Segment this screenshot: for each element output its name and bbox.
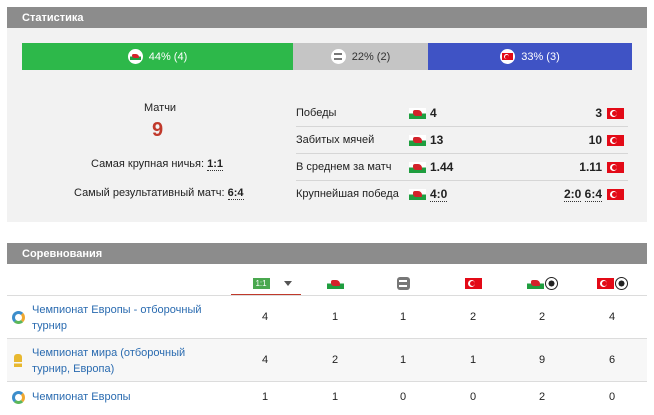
stat-right-value: 1.11 [579, 160, 602, 174]
stat-left-value: 4 [430, 106, 437, 120]
competition-link[interactable]: Чемпионат мира (отборочный турнир, Европ… [32, 345, 202, 377]
cell-wales-goals: 2 [538, 391, 546, 403]
turkey-flag-icon [607, 189, 624, 200]
sort-down-icon [283, 280, 292, 286]
stat-right-links: 2:0 6:4 [563, 187, 602, 202]
competition-link[interactable]: Чемпионат Европы [32, 389, 222, 405]
col-head-turkey-goals[interactable] [582, 271, 642, 295]
col-head-draws[interactable] [373, 271, 433, 295]
turkey-flag-icon [607, 135, 624, 146]
ball-icon [614, 276, 628, 290]
world-cup-icon [14, 354, 22, 367]
largest-draw-link[interactable]: 1:1 [207, 158, 224, 171]
col-head-wales-goals[interactable] [512, 271, 572, 295]
draws-label: 22% (2) [351, 50, 391, 63]
stat-name: Победы [296, 107, 337, 119]
turkey-wins-bar[interactable]: 33% (3) [428, 43, 632, 70]
cell-turkey-goals: 0 [608, 391, 616, 403]
wales-wins-bar[interactable]: 44% (4) [22, 43, 293, 70]
turkey-flag-icon [596, 277, 614, 289]
wales-flag-icon [409, 189, 426, 200]
stat-name: Крупнейшая победа [296, 188, 399, 200]
stat-left-value: 13 [430, 133, 444, 147]
wales-flag-icon [526, 277, 544, 289]
most-productive-link[interactable]: 6:4 [227, 187, 244, 200]
draw-equals-icon [330, 49, 346, 64]
col-head-turkey-wins[interactable] [443, 271, 503, 295]
most-productive-match: Самый результативный матч: 6:4 [74, 187, 244, 200]
score-icon: 1:1 [252, 277, 270, 289]
matches-label: Матчи [144, 102, 177, 114]
stat-right-value: 3 [595, 106, 602, 120]
stat-right-value: 10 [588, 133, 602, 147]
stat-row-goals: Забитых мячей 13 10 [296, 127, 628, 154]
stat-name: Забитых мячей [296, 134, 375, 146]
wales-flag-icon [409, 108, 426, 119]
table-row: Чемпионат Европы 1 1 0 0 2 0 [7, 381, 647, 411]
wales-flag-icon [326, 277, 344, 289]
most-productive-label: Самый результативный матч: [74, 187, 225, 199]
biggest-win-link-a[interactable]: 2:0 [563, 187, 582, 202]
stat-left-link[interactable]: 4:0 [430, 187, 448, 202]
wales-flag-icon [127, 49, 143, 64]
statistics-header: Статистика [7, 7, 647, 28]
table-row: Чемпионат мира (отборочный турнир, Европ… [7, 338, 647, 381]
matches-count: 9 [152, 119, 164, 141]
wales-wins-label: 44% (4) [148, 50, 188, 63]
cell-draws: 0 [399, 391, 407, 403]
cell-wales-wins: 1 [331, 311, 339, 323]
stat-row-wins: Победы 4 3 [296, 100, 628, 127]
turkey-flag-icon [607, 108, 624, 119]
stat-name: В среднем за матч [296, 161, 392, 173]
cell-draws: 1 [399, 354, 407, 366]
cell-draws: 1 [399, 311, 407, 323]
euro-icon [12, 311, 25, 324]
largest-draw-label: Самая крупная ничья: [91, 158, 205, 170]
col-head-wales-wins[interactable] [305, 271, 365, 295]
competitions-panel: Соревнования 1:1 Чемпионат Европы - отбо… [7, 243, 647, 411]
wales-flag-icon [409, 135, 426, 146]
turkey-flag-icon [464, 277, 482, 289]
largest-draw: Самая крупная ничья: 1:1 [91, 158, 224, 171]
cell-wales-wins: 1 [331, 391, 339, 403]
stat-row-average: В среднем за матч 1.44 1.11 [296, 154, 628, 181]
draw-equals-icon [396, 276, 410, 290]
cell-turkey-wins: 1 [469, 354, 477, 366]
competition-link[interactable]: Чемпионат Европы - отборочный турнир [32, 302, 222, 334]
statistics-panel: Статистика 44% (4) 22% (2) 33% (3) Матчи… [7, 7, 647, 222]
stat-left-value: 1.44 [430, 160, 454, 174]
cell-matches: 4 [261, 354, 269, 366]
euro-icon [12, 391, 25, 404]
wales-flag-icon [409, 162, 426, 173]
cell-turkey-goals: 4 [608, 311, 616, 323]
stat-row-biggest-win: Крупнейшая победа 4:0 2:0 6:4 [296, 181, 628, 208]
turkey-wins-label: 33% (3) [521, 50, 560, 63]
cell-matches: 4 [261, 311, 269, 323]
ball-icon [544, 276, 558, 290]
cell-wales-wins: 2 [331, 354, 339, 366]
competitions-header: Соревнования [7, 243, 647, 264]
draws-bar[interactable]: 22% (2) [293, 43, 428, 70]
biggest-win-link-b[interactable]: 6:4 [584, 187, 602, 202]
cell-matches: 1 [261, 391, 269, 403]
cell-turkey-goals: 6 [608, 354, 616, 366]
col-head-matches[interactable]: 1:1 [237, 271, 307, 295]
cell-turkey-wins: 0 [469, 391, 477, 403]
cell-wales-goals: 9 [538, 354, 546, 366]
cell-wales-goals: 2 [538, 311, 546, 323]
cell-turkey-wins: 2 [469, 311, 477, 323]
table-row: Чемпионат Европы - отборочный турнир 4 1… [7, 295, 647, 338]
turkey-flag-icon [607, 162, 624, 173]
turkey-flag-icon [500, 49, 516, 64]
